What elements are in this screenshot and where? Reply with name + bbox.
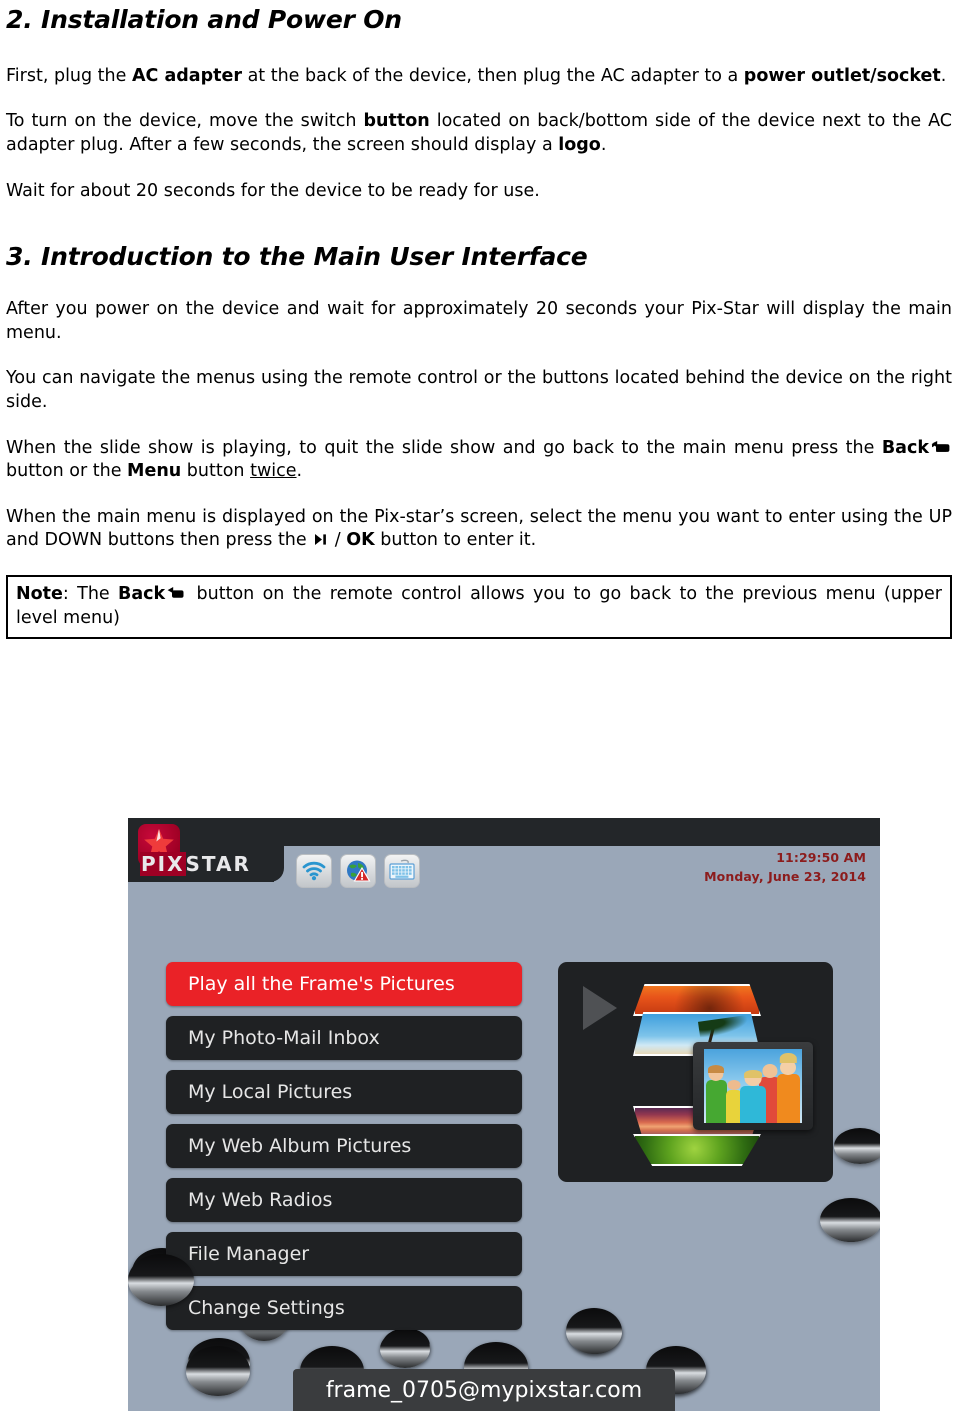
photo-person <box>776 1052 801 1123</box>
text-strong-power-outlet: power outlet/socket <box>743 65 941 86</box>
device-button[interactable] <box>186 1346 250 1396</box>
menu-item-label: My Web Album Pictures <box>188 1135 412 1157</box>
menu-item-label: Play all the Frame's Pictures <box>188 973 455 995</box>
text-run: . <box>940 65 947 86</box>
back-icon <box>167 587 186 601</box>
keyboard-icon[interactable] <box>384 854 420 888</box>
play-arrow-icon <box>583 986 617 1030</box>
clock-time: 11:29:50 AM <box>776 850 866 865</box>
menu-item-label: Change Settings <box>188 1297 345 1319</box>
text-run: . <box>600 135 607 155</box>
play-pause-icon <box>314 533 327 546</box>
status-icon-tray <box>296 854 420 888</box>
preview-panel[interactable] <box>558 962 833 1182</box>
text-run: button to enter it. <box>374 530 537 551</box>
device-button[interactable] <box>566 1308 622 1354</box>
text-strong-ok: OK <box>346 530 375 551</box>
text-run: When the slide show is playing, to quit … <box>6 437 882 458</box>
text-strong-menu: Menu <box>127 461 182 482</box>
text-run: : The <box>62 584 119 604</box>
text-run: / <box>329 530 347 551</box>
text-run: First, plug the <box>6 65 132 86</box>
document-body: 2. Installation and Power On First, plug… <box>6 0 952 640</box>
kids-group-photo <box>704 1049 802 1123</box>
paragraph-navigate-menus: You can navigate the menus using the rem… <box>6 368 952 412</box>
menu-item-play-all[interactable]: Play all the Frame's Pictures <box>166 962 522 1006</box>
brand-logo-panel: PIXSTAR <box>128 818 284 882</box>
text-strong-back: Back <box>881 437 929 458</box>
menu-item-change-settings[interactable]: Change Settings <box>166 1286 522 1330</box>
text-run: button or the <box>6 461 128 482</box>
paragraph-quit-slideshow: When the slide show is playing, to quit … <box>6 437 952 484</box>
photo-person <box>705 1064 727 1123</box>
menu-item-web-album-pictures[interactable]: My Web Album Pictures <box>166 1124 522 1168</box>
device-button[interactable] <box>820 1198 880 1242</box>
note-text: Note: The Back button on the remote cont… <box>16 583 942 630</box>
menu-item-local-pictures[interactable]: My Local Pictures <box>166 1070 522 1114</box>
text-underline-twice: twice <box>250 461 297 482</box>
paragraph-select-menu: When the main menu is displayed on the P… <box>6 506 952 553</box>
clock-date: Monday, June 23, 2014 <box>704 869 866 885</box>
device-button[interactable] <box>380 1330 430 1368</box>
heading-section-2: 2. Installation and Power On <box>6 5 402 34</box>
text-run: button <box>181 461 251 482</box>
text-strong-back: Back <box>118 584 166 604</box>
paragraph-main-menu-display: After you power on the device and wait f… <box>6 299 952 343</box>
carousel-slide-orange-leaves <box>633 984 761 1016</box>
photo-person <box>740 1069 766 1123</box>
clock-date-block: 11:29:50 AM Monday, June 23, 2014 <box>704 848 866 887</box>
page-root: 2. Installation and Power On First, plug… <box>0 0 958 1411</box>
text-run: To turn on the device, move the switch <box>6 111 364 132</box>
back-icon <box>931 440 950 455</box>
paragraph-wait-20-seconds: Wait for about 20 seconds for the device… <box>6 180 540 201</box>
device-button[interactable] <box>834 1128 880 1164</box>
menu-item-label: My Photo-Mail Inbox <box>188 1027 380 1049</box>
paragraph-power-plug: First, plug the AC adapter at the back o… <box>6 65 952 89</box>
main-menu-list: Play all the Frame's Pictures My Photo-M… <box>166 962 522 1340</box>
carousel-slide-green-fern <box>633 1134 761 1166</box>
menu-item-label: My Local Pictures <box>188 1081 353 1103</box>
text-run: at the back of the device, then plug the… <box>242 65 744 86</box>
paragraph-turn-on: To turn on the device, move the switch b… <box>6 110 952 157</box>
photo-carousel <box>633 984 813 1166</box>
text-strong-ac-adapter: AC adapter <box>131 65 243 86</box>
note-label: Note <box>16 584 63 604</box>
device-screenshot: PIXSTAR 11:29:50 AM Monday, June 23, 201… <box>128 818 880 1411</box>
device-button[interactable] <box>128 1254 194 1306</box>
heading-section-3: 3. Introduction to the Main User Interfa… <box>6 242 588 272</box>
menu-item-web-radios[interactable]: My Web Radios <box>166 1178 522 1222</box>
text-run: . <box>296 461 303 482</box>
brand-wordmark: PIXSTAR <box>140 852 251 876</box>
device-top-bar: PIXSTAR 11:29:50 AM Monday, June 23, 201… <box>128 818 880 888</box>
brand-star: STAR <box>185 852 251 876</box>
text-strong-logo: logo <box>558 135 601 155</box>
menu-item-photo-mail-inbox[interactable]: My Photo-Mail Inbox <box>166 1016 522 1060</box>
note-box: Note: The Back button on the remote cont… <box>6 575 952 640</box>
menu-item-label: My Web Radios <box>188 1189 333 1211</box>
menu-item-label: File Manager <box>188 1243 310 1265</box>
globe-warning-icon[interactable] <box>340 854 376 888</box>
menu-item-file-manager[interactable]: File Manager <box>166 1232 522 1276</box>
center-photo-frame <box>693 1042 813 1130</box>
brand-pix: PIX <box>140 852 186 876</box>
text-strong-button: button <box>363 111 430 132</box>
wifi-icon[interactable] <box>296 854 332 888</box>
email-address-bar: frame_0705@mypixstar.com <box>293 1369 675 1411</box>
frame-email-address: frame_0705@mypixstar.com <box>325 1377 643 1403</box>
